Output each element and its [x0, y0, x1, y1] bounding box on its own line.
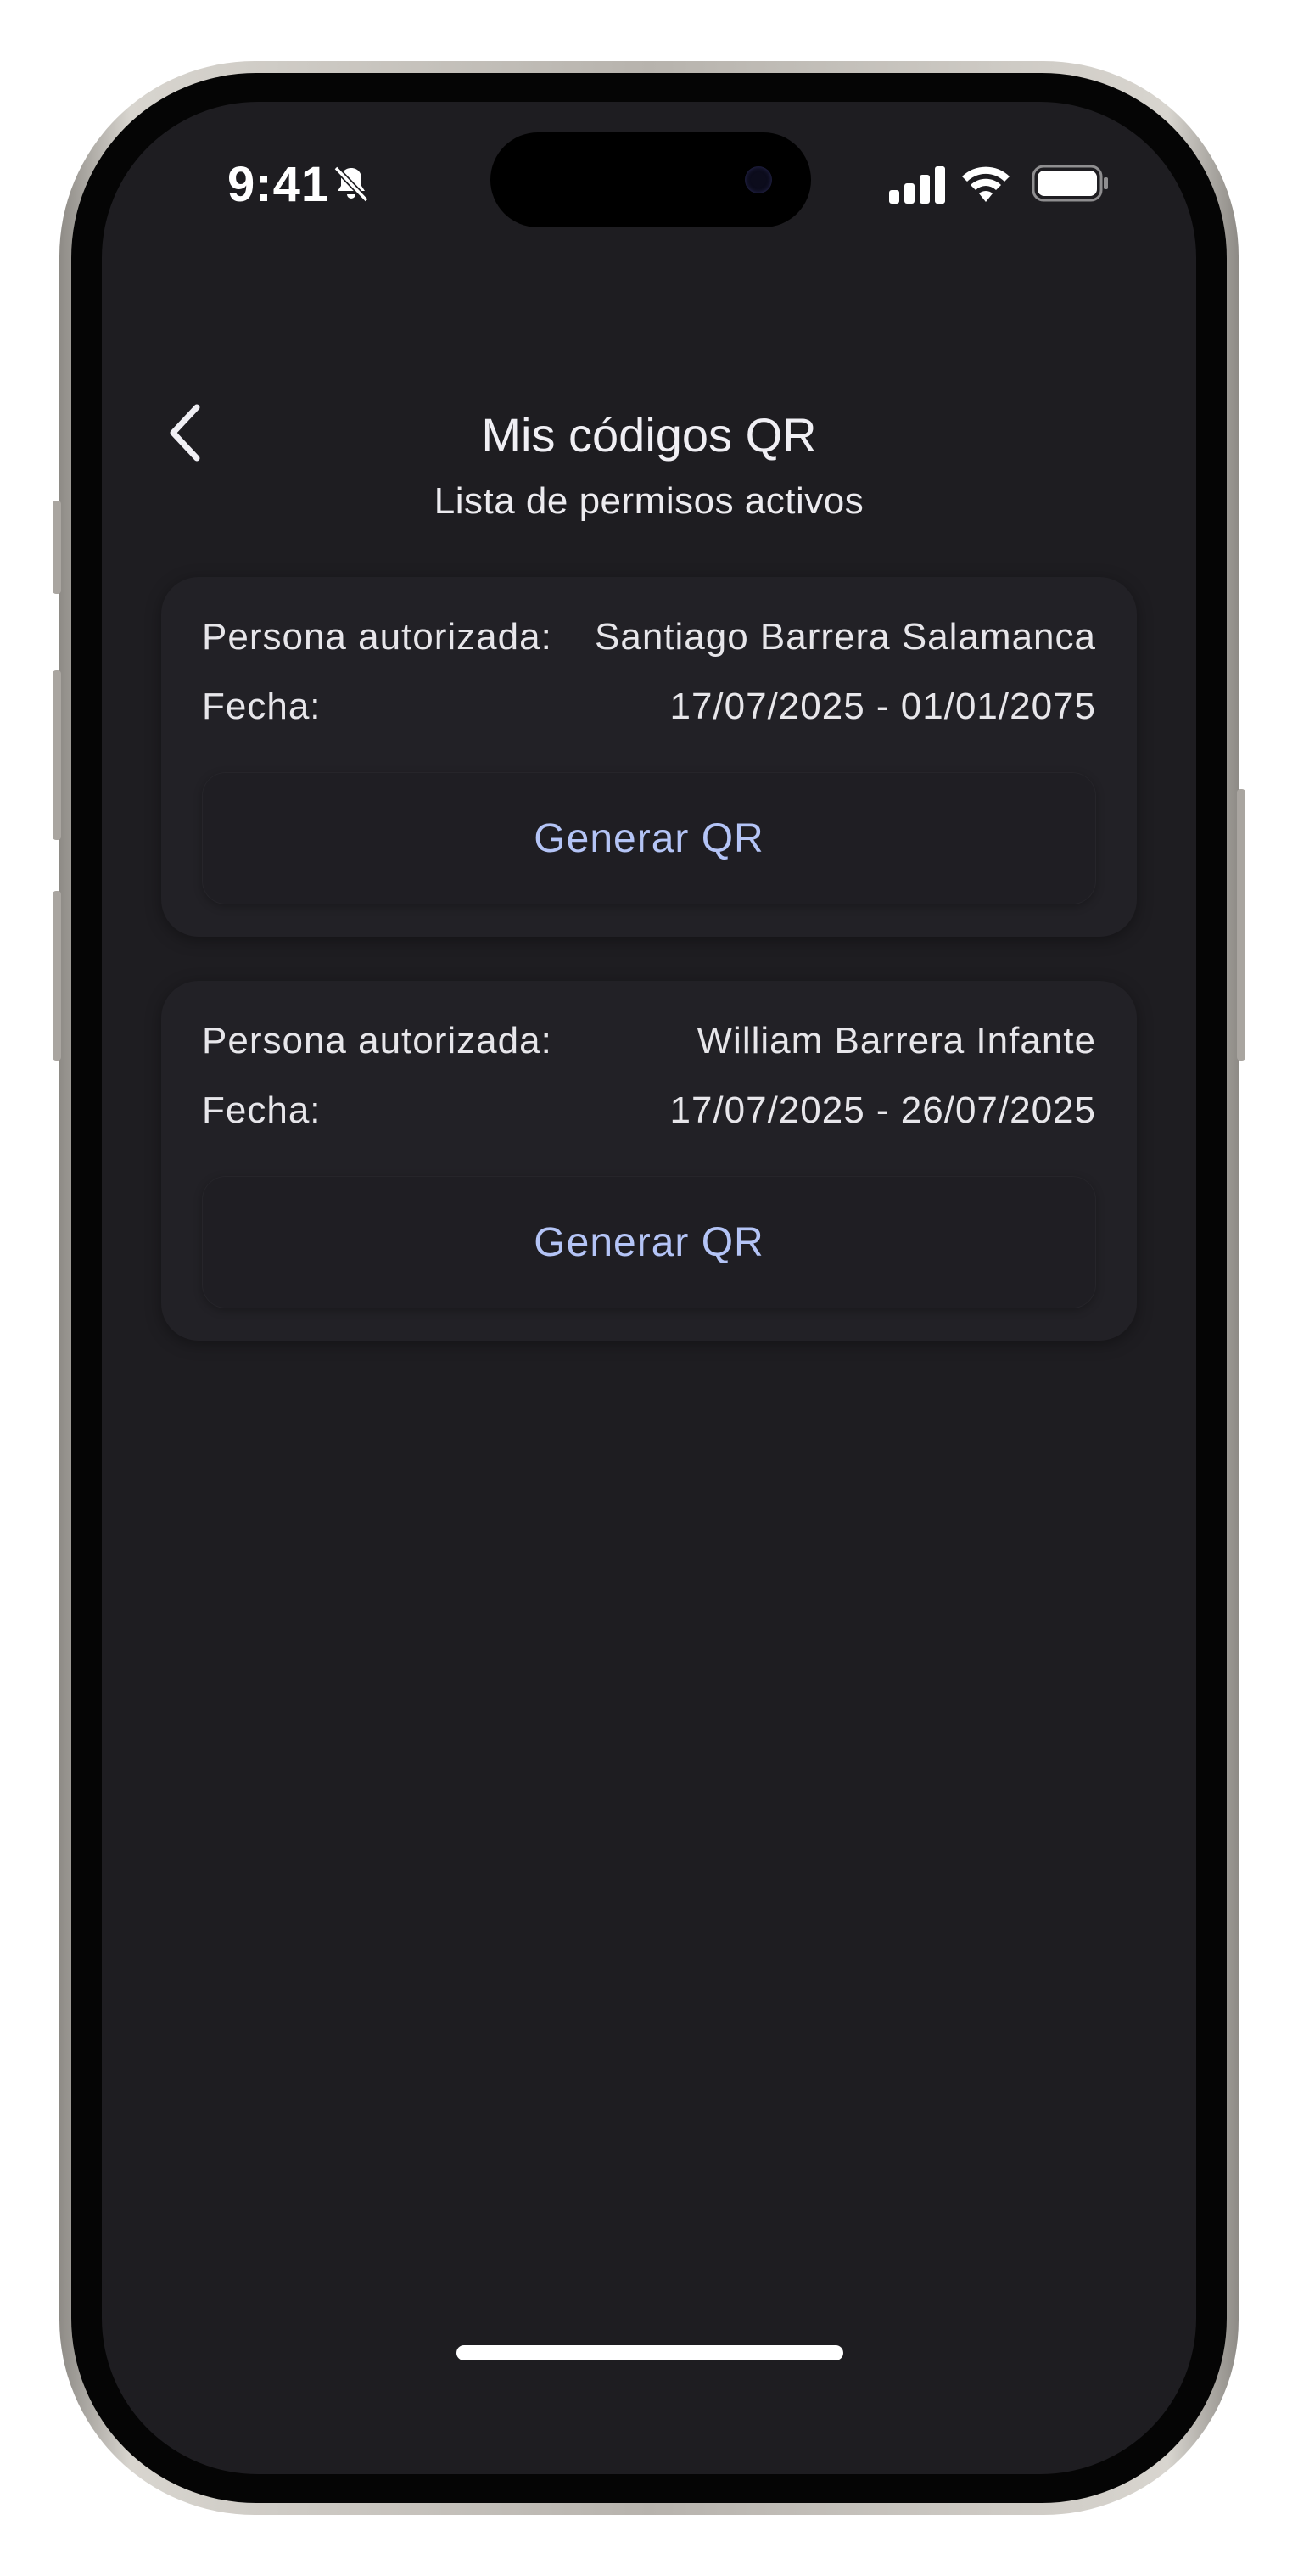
person-value: William Barrera Infante: [697, 1020, 1096, 1061]
date-row: Fecha: 17/07/2025 - 26/07/2025: [202, 1089, 1096, 1140]
front-camera: [745, 166, 772, 193]
generate-qr-button[interactable]: Generar QR: [202, 772, 1096, 904]
generate-qr-button[interactable]: Generar QR: [202, 1176, 1096, 1308]
date-label: Fecha:: [202, 686, 322, 727]
bell-slash-icon: [333, 165, 369, 203]
person-row: Persona autorizada: William Barrera Infa…: [202, 1020, 1096, 1071]
volume-up-button: [53, 670, 61, 840]
permit-card: Persona autorizada: William Barrera Infa…: [161, 981, 1137, 1341]
power-button: [1237, 789, 1245, 1061]
home-indicator[interactable]: [456, 2345, 843, 2360]
date-row: Fecha: 17/07/2025 - 01/01/2075: [202, 686, 1096, 736]
action-button: [53, 501, 61, 594]
navigation-bar: Mis códigos QR: [102, 382, 1196, 484]
signal-icon: [889, 166, 945, 204]
wifi-icon: [962, 166, 1010, 202]
date-value: 17/07/2025 - 01/01/2075: [669, 686, 1096, 727]
status-time: 9:41: [227, 157, 330, 212]
battery-icon: [1032, 165, 1108, 202]
person-value: Santiago Barrera Salamanca: [595, 616, 1096, 658]
person-label: Persona autorizada:: [202, 616, 552, 658]
section-title: Lista de permisos activos: [434, 480, 864, 522]
date-value: 17/07/2025 - 26/07/2025: [669, 1089, 1096, 1131]
date-label: Fecha:: [202, 1089, 322, 1131]
person-label: Persona autorizada:: [202, 1020, 552, 1061]
status-bar: 9:41: [102, 102, 1196, 246]
app-screen: 9:41 Mis códigos QR Lista de permisos ac…: [102, 102, 1196, 2474]
person-row: Persona autorizada: Santiago Barrera Sal…: [202, 616, 1096, 667]
page-title: Mis códigos QR: [481, 408, 817, 462]
volume-down-button: [53, 891, 61, 1061]
permit-card: Persona autorizada: Santiago Barrera Sal…: [161, 577, 1137, 937]
dynamic-island: [490, 132, 811, 227]
